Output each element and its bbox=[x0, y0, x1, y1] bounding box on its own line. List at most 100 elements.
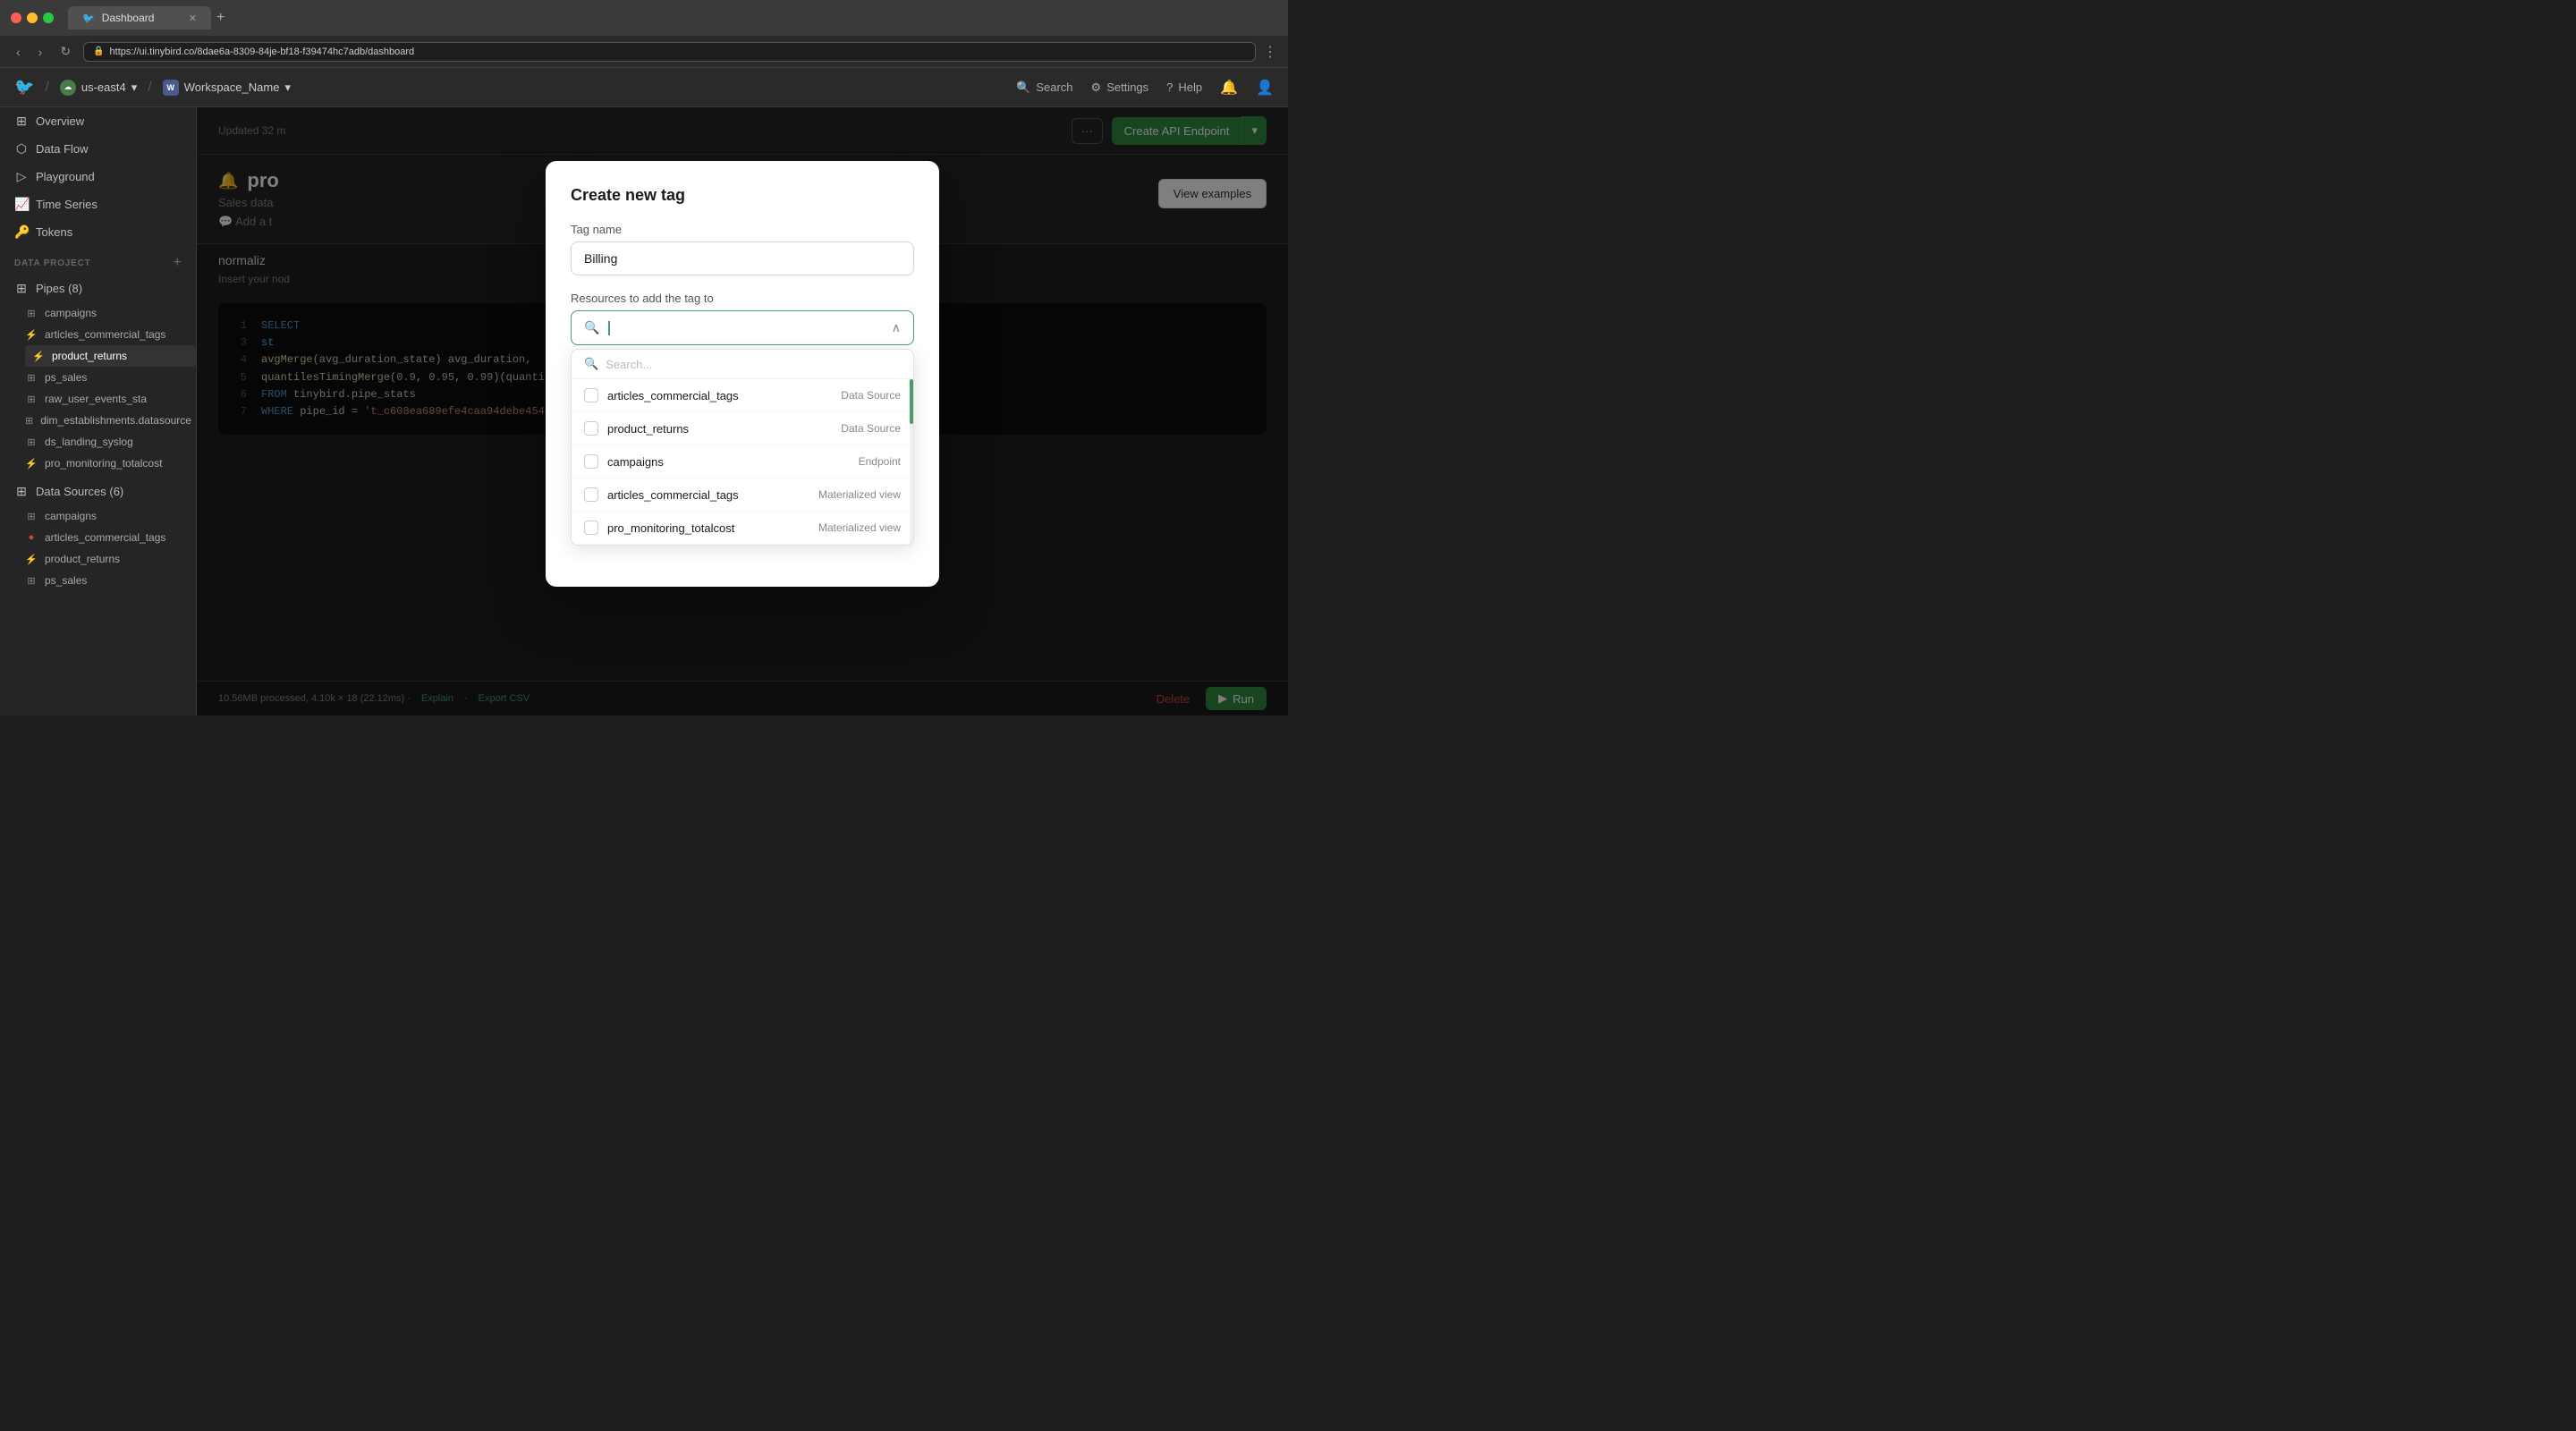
resources-trigger[interactable]: 🔍 ∧ bbox=[571, 310, 914, 345]
data-project-section: DATA PROJECT + bbox=[0, 246, 196, 275]
dropdown-item-2[interactable]: campaigns Endpoint bbox=[572, 445, 913, 478]
tab-close-button[interactable]: ✕ bbox=[189, 13, 197, 24]
browser-more-button[interactable]: ⋮ bbox=[1263, 43, 1277, 61]
tag-name-input[interactable] bbox=[571, 241, 914, 275]
tab-icon: 🐦 bbox=[82, 13, 95, 24]
checkbox-2[interactable] bbox=[584, 454, 598, 469]
dropdown-item-4[interactable]: pro_monitoring_totalcost Materialized vi… bbox=[572, 512, 913, 545]
data-flow-icon: ⬡ bbox=[14, 141, 29, 157]
tab-bar: 🐦 Dashboard ✕ + bbox=[68, 6, 1277, 30]
dropdown-item-1[interactable]: product_returns Data Source bbox=[572, 412, 913, 445]
sidebar-item-playground[interactable]: ▷ Playground bbox=[0, 163, 196, 191]
pipe-ps-sales-icon: ⊞ bbox=[25, 372, 38, 384]
workspace-label: Workspace_Name bbox=[184, 80, 280, 94]
workspace-selector[interactable]: W Workspace_Name ▾ bbox=[163, 80, 291, 96]
resources-cursor bbox=[608, 321, 610, 335]
sidebar-item-data-sources[interactable]: ⊞ Data Sources (6) bbox=[0, 478, 196, 505]
close-traffic-light[interactable] bbox=[11, 13, 21, 23]
checkbox-4[interactable] bbox=[584, 521, 598, 535]
modal-title: Create new tag bbox=[571, 186, 914, 205]
sidebar-item-ds-product-returns[interactable]: ⚡ product_returns bbox=[25, 548, 196, 570]
ds-campaigns-icon: ⊞ bbox=[25, 511, 38, 522]
checkbox-1[interactable] bbox=[584, 421, 598, 436]
sidebar-item-articles-commercial-tags[interactable]: ⚡ articles_commercial_tags bbox=[25, 324, 196, 345]
ds-ps-sales-icon: ⊞ bbox=[25, 575, 38, 587]
help-action[interactable]: ? Help bbox=[1166, 80, 1202, 94]
modal-overlay[interactable]: Create new tag Tag name Resources to add… bbox=[197, 107, 1288, 716]
pipe-articles-label: articles_commercial_tags bbox=[45, 328, 165, 341]
sidebar-item-ps-sales[interactable]: ⊞ ps_sales bbox=[25, 367, 196, 388]
datasources-icon: ⊞ bbox=[14, 484, 29, 499]
sidebar-item-label: Playground bbox=[36, 170, 95, 183]
sidebar-item-label: Tokens bbox=[36, 225, 72, 239]
minimize-traffic-light[interactable] bbox=[27, 13, 38, 23]
dropdown-item-name-0: articles_commercial_tags bbox=[607, 389, 841, 402]
dropdown-item-name-2: campaigns bbox=[607, 455, 859, 469]
pipe-campaigns-label: campaigns bbox=[45, 307, 97, 319]
pipe-dim-icon: ⊞ bbox=[25, 415, 33, 427]
sidebar-item-raw-user-events[interactable]: ⊞ raw_user_events_sta bbox=[25, 388, 196, 410]
checkbox-3[interactable] bbox=[584, 487, 598, 502]
forward-button[interactable]: › bbox=[33, 41, 48, 63]
dropdown-search-input[interactable] bbox=[606, 358, 901, 371]
pipe-monitoring-label: pro_monitoring_totalcost bbox=[45, 457, 162, 470]
sidebar-item-dim-establishments[interactable]: ⊞ dim_establishments.datasource bbox=[25, 410, 196, 431]
time-series-icon: 📈 bbox=[14, 197, 29, 212]
header-separator: / bbox=[45, 80, 48, 96]
search-label: Search bbox=[1036, 80, 1072, 94]
data-project-label: DATA PROJECT bbox=[14, 258, 91, 268]
sidebar-item-time-series[interactable]: 📈 Time Series bbox=[0, 191, 196, 218]
tab-title: Dashboard bbox=[102, 12, 155, 24]
pipe-syslog-label: ds_landing_syslog bbox=[45, 436, 133, 448]
settings-label: Settings bbox=[1106, 80, 1148, 94]
nav-bar: ‹ › ↻ 🔒 https://ui.tinybird.co/8dae6a-83… bbox=[0, 36, 1288, 68]
sidebar-item-ds-campaigns[interactable]: ⊞ campaigns bbox=[25, 505, 196, 527]
resources-caret-icon: ∧ bbox=[892, 320, 901, 335]
dropdown-item-type-1: Data Source bbox=[841, 422, 901, 435]
sidebar-item-ds-articles[interactable]: ● articles_commercial_tags bbox=[25, 527, 196, 548]
help-icon: ? bbox=[1166, 80, 1173, 94]
help-label: Help bbox=[1178, 80, 1202, 94]
resources-dropdown: 🔍 articles_commercial_tags Data Source bbox=[571, 349, 914, 546]
datasources-subsection: ⊞ campaigns ● articles_commercial_tags ⚡… bbox=[0, 505, 196, 591]
sidebar-item-tokens[interactable]: 🔑 Tokens bbox=[0, 218, 196, 246]
dropdown-search-icon: 🔍 bbox=[584, 357, 598, 371]
sidebar-item-pipes[interactable]: ⊞ Pipes (8) bbox=[0, 275, 196, 302]
sidebar-item-ds-ps-sales[interactable]: ⊞ ps_sales bbox=[25, 570, 196, 591]
settings-icon: ⚙ bbox=[1091, 80, 1102, 95]
search-action[interactable]: 🔍 Search bbox=[1016, 80, 1072, 95]
dropdown-item-type-3: Materialized view bbox=[818, 488, 901, 501]
checkbox-0[interactable] bbox=[584, 388, 598, 402]
workspace-icon: W bbox=[163, 80, 179, 96]
tag-name-label: Tag name bbox=[571, 223, 914, 236]
header-separator-2: / bbox=[148, 80, 151, 96]
ds-campaigns-label: campaigns bbox=[45, 510, 97, 522]
main-layout: ⊞ Overview ⬡ Data Flow ▷ Playground 📈 Ti… bbox=[0, 107, 1288, 716]
sidebar-item-pro-monitoring[interactable]: ⚡ pro_monitoring_totalcost bbox=[25, 453, 196, 474]
settings-action[interactable]: ⚙ Settings bbox=[1091, 80, 1149, 95]
pipe-raw-icon: ⊞ bbox=[25, 394, 38, 405]
dropdown-scroll-thumb bbox=[910, 379, 913, 424]
notifications-button[interactable]: 🔔 bbox=[1220, 79, 1238, 97]
sidebar-item-ds-landing-syslog[interactable]: ⊞ ds_landing_syslog bbox=[25, 431, 196, 453]
tokens-icon: 🔑 bbox=[14, 224, 29, 240]
sidebar-item-overview[interactable]: ⊞ Overview bbox=[0, 107, 196, 135]
add-resource-button[interactable]: + bbox=[174, 255, 182, 271]
dropdown-item-3[interactable]: articles_commercial_tags Materialized vi… bbox=[572, 478, 913, 512]
sidebar-item-product-returns[interactable]: ⚡ product_returns bbox=[25, 345, 196, 367]
region-selector[interactable]: ☁ us-east4 ▾ bbox=[60, 80, 137, 96]
dropdown-item-0[interactable]: articles_commercial_tags Data Source bbox=[572, 379, 913, 412]
refresh-button[interactable]: ↻ bbox=[55, 40, 76, 63]
sidebar-item-campaigns-pipe[interactable]: ⊞ campaigns bbox=[25, 302, 196, 324]
pipe-articles-icon: ⚡ bbox=[25, 329, 38, 341]
pipe-ps-sales-label: ps_sales bbox=[45, 371, 87, 384]
new-tab-button[interactable]: + bbox=[216, 10, 225, 26]
url-bar[interactable]: 🔒 https://ui.tinybird.co/8dae6a-8309-84j… bbox=[83, 42, 1256, 62]
back-button[interactable]: ‹ bbox=[11, 41, 26, 63]
dropdown-list: articles_commercial_tags Data Source pro… bbox=[572, 379, 913, 545]
browser-tab[interactable]: 🐦 Dashboard ✕ bbox=[68, 6, 211, 30]
maximize-traffic-light[interactable] bbox=[43, 13, 54, 23]
sidebar-item-data-flow[interactable]: ⬡ Data Flow bbox=[0, 135, 196, 163]
user-button[interactable]: 👤 bbox=[1256, 79, 1274, 97]
app-logo: 🐦 bbox=[14, 78, 34, 97]
